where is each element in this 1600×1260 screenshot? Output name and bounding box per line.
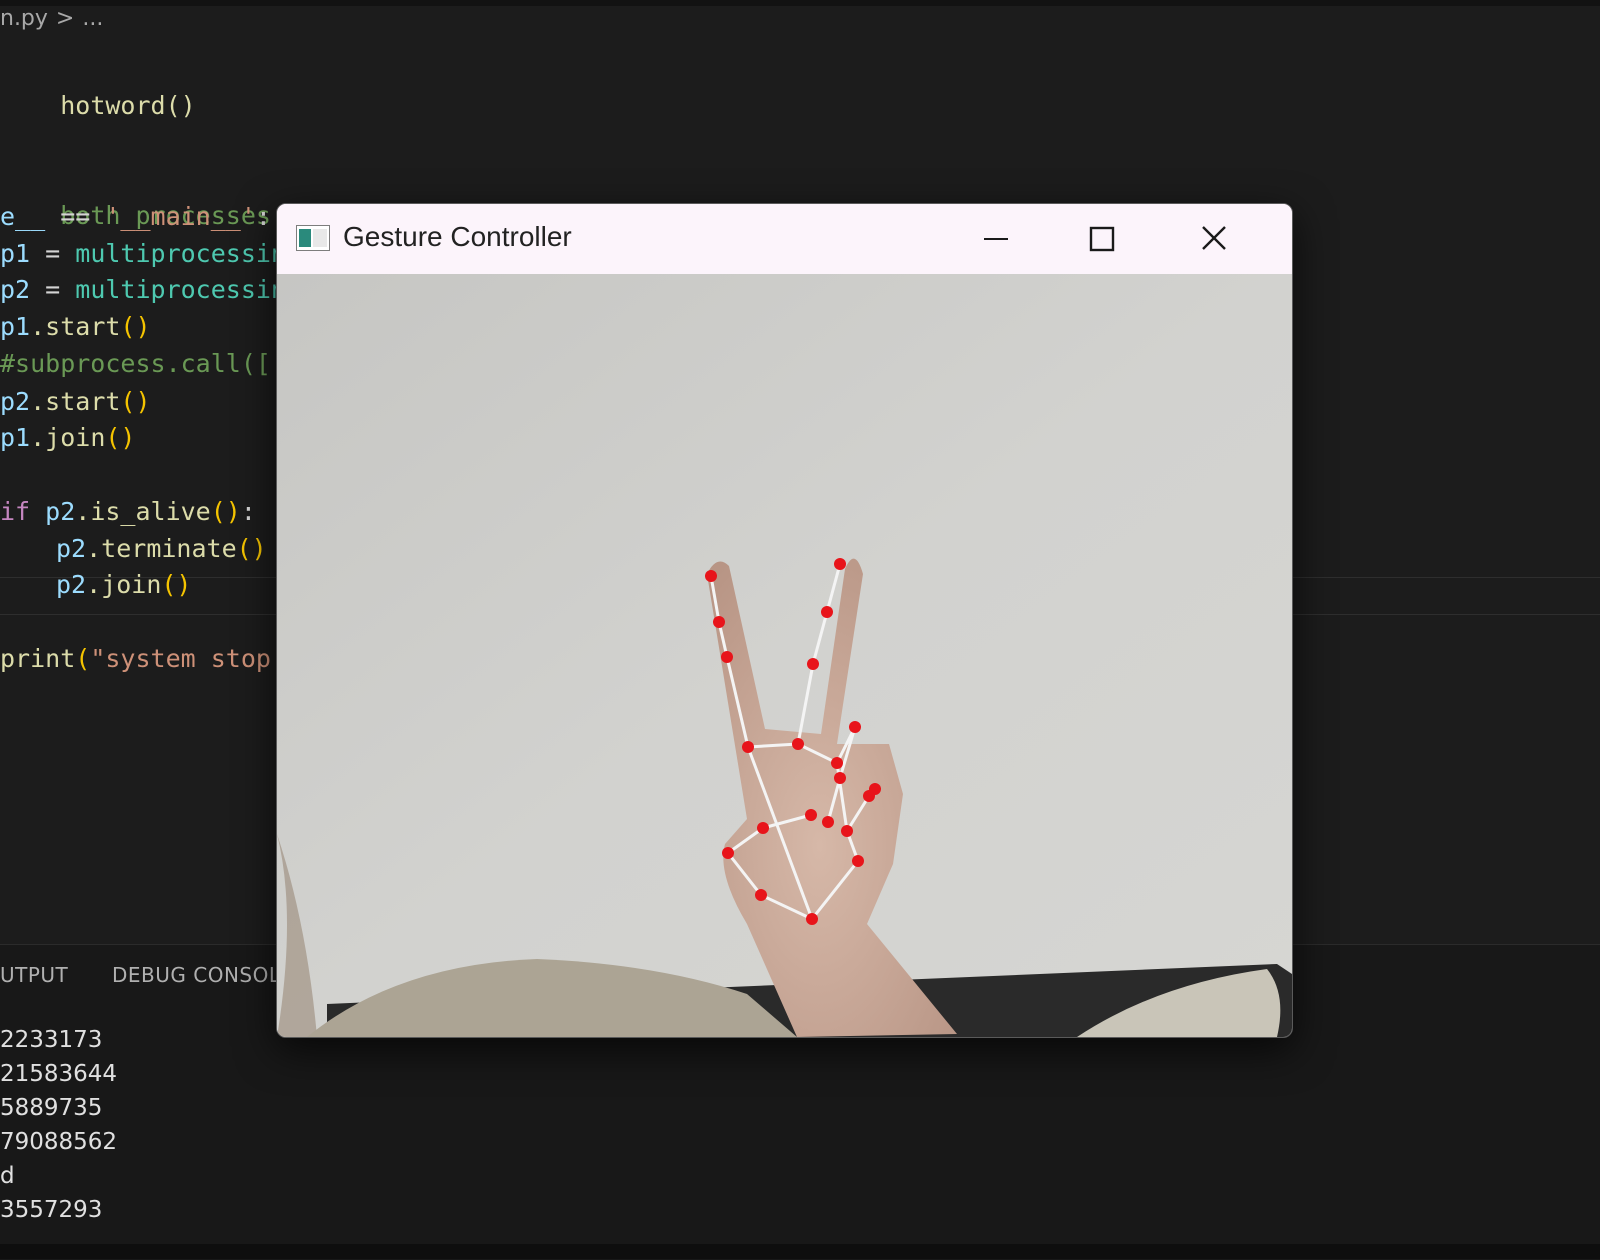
- gesture-controller-window[interactable]: Gesture Controller: [276, 203, 1293, 1038]
- status-bar: [0, 1244, 1600, 1259]
- code-token: (): [105, 423, 136, 452]
- minimize-button[interactable]: [972, 216, 1020, 262]
- code-line[interactable]: e__ == '__main__':: [0, 198, 271, 235]
- code-token: (): [120, 387, 151, 416]
- code-token: p2: [0, 275, 31, 304]
- code-token: .terminate: [86, 534, 237, 563]
- landmark-point: [869, 783, 881, 795]
- landmark-point: [757, 822, 769, 834]
- code-token: multiprocessin: [75, 239, 286, 268]
- close-button[interactable]: [1190, 216, 1238, 262]
- code-token: =: [30, 239, 76, 268]
- code-token: .join: [86, 570, 162, 599]
- code-token: (: [75, 644, 91, 673]
- code-line[interactable]: p2.join(): [56, 566, 191, 603]
- landmark-point: [822, 816, 834, 828]
- maximize-button[interactable]: [1078, 216, 1126, 262]
- code-line[interactable]: p1.start(): [0, 308, 151, 345]
- landmark-point: [834, 772, 846, 784]
- breadcrumb-file[interactable]: n.py: [0, 6, 48, 31]
- code-token: (): [120, 312, 151, 341]
- breadcrumb-separator: >: [55, 6, 75, 31]
- landmark-point: [806, 913, 818, 925]
- terminal-line: d: [0, 1163, 15, 1189]
- code-token: =: [30, 275, 76, 304]
- landmark-point: [841, 825, 853, 837]
- code-token: (): [236, 534, 267, 563]
- code-token: .join: [30, 423, 106, 452]
- code-token: print: [0, 644, 76, 673]
- webcam-frame: [277, 274, 1292, 1037]
- minimize-icon: [984, 238, 1008, 240]
- code-token: p1: [0, 423, 31, 452]
- terminal-line: 5889735: [0, 1095, 103, 1121]
- code-token: p1: [0, 312, 31, 341]
- code-line[interactable]: print("system stop: [0, 640, 271, 677]
- landmark-point: [792, 738, 804, 750]
- landmark-point: [807, 658, 819, 670]
- close-icon: [1202, 226, 1226, 250]
- code-line[interactable]: if p2.is_alive():: [0, 493, 256, 530]
- landmark-point: [705, 570, 717, 582]
- terminal-line: 2233173: [0, 1027, 103, 1053]
- code-line[interactable]: p1.join(): [0, 419, 135, 456]
- code-line[interactable]: both processes: [0, 160, 271, 230]
- code-token: p2: [30, 497, 76, 526]
- landmark-point: [805, 809, 817, 821]
- terminal-line: 21583644: [0, 1061, 118, 1087]
- window-title-bar[interactable]: Gesture Controller: [277, 204, 1292, 274]
- landmark-point: [742, 741, 754, 753]
- code-line[interactable]: p2.terminate(): [56, 530, 267, 567]
- code-line[interactable]: p2.start(): [0, 383, 151, 420]
- code-token: :: [240, 497, 256, 526]
- landmark-point: [722, 847, 734, 859]
- code-line[interactable]: hotword(): [0, 50, 195, 120]
- code-line[interactable]: p1 = multiprocessin: [0, 235, 286, 272]
- code-token: e__: [0, 202, 46, 231]
- code-token: p2: [0, 387, 31, 416]
- terminal-window-icon: [296, 225, 330, 251]
- landmark-point: [831, 757, 843, 769]
- window-title: Gesture Controller: [343, 221, 572, 252]
- code-token: .start: [30, 387, 121, 416]
- code-line[interactable]: p2 = multiprocessin: [0, 271, 286, 308]
- landmark-point: [834, 558, 846, 570]
- code-keyword: if: [0, 497, 31, 526]
- code-token: (): [210, 497, 241, 526]
- code-token: ==: [45, 202, 106, 231]
- breadcrumb[interactable]: n.py >...: [0, 6, 1600, 32]
- landmark-point: [821, 606, 833, 618]
- code-line[interactable]: #subprocess.call([: [0, 345, 271, 382]
- camera-feed: [277, 274, 1292, 1037]
- code-token: :: [255, 202, 271, 231]
- landmark-point: [755, 889, 767, 901]
- terminal-line: 79088562: [0, 1129, 118, 1155]
- code-token: hotword(): [60, 91, 196, 120]
- tab-output[interactable]: UTPUT: [0, 963, 68, 987]
- code-token: p1: [0, 239, 31, 268]
- code-token: multiprocessin: [75, 275, 286, 304]
- code-token: .is_alive: [75, 497, 211, 526]
- code-token: (): [161, 570, 192, 599]
- landmark-point: [849, 721, 861, 733]
- landmark-point: [852, 855, 864, 867]
- code-string: "system stop: [90, 644, 271, 673]
- code-token: p2: [56, 570, 87, 599]
- code-token: p2: [56, 534, 87, 563]
- tab-debug-console[interactable]: DEBUG CONSOLE: [112, 963, 294, 987]
- code-token: .start: [30, 312, 121, 341]
- landmark-point: [721, 651, 733, 663]
- breadcrumb-trail[interactable]: ...: [82, 6, 103, 31]
- terminal-line: 3557293: [0, 1197, 103, 1223]
- code-string: '__main__': [105, 202, 256, 231]
- maximize-icon: [1089, 226, 1115, 252]
- landmark-point: [713, 616, 725, 628]
- code-comment: #subprocess.call([: [0, 349, 271, 378]
